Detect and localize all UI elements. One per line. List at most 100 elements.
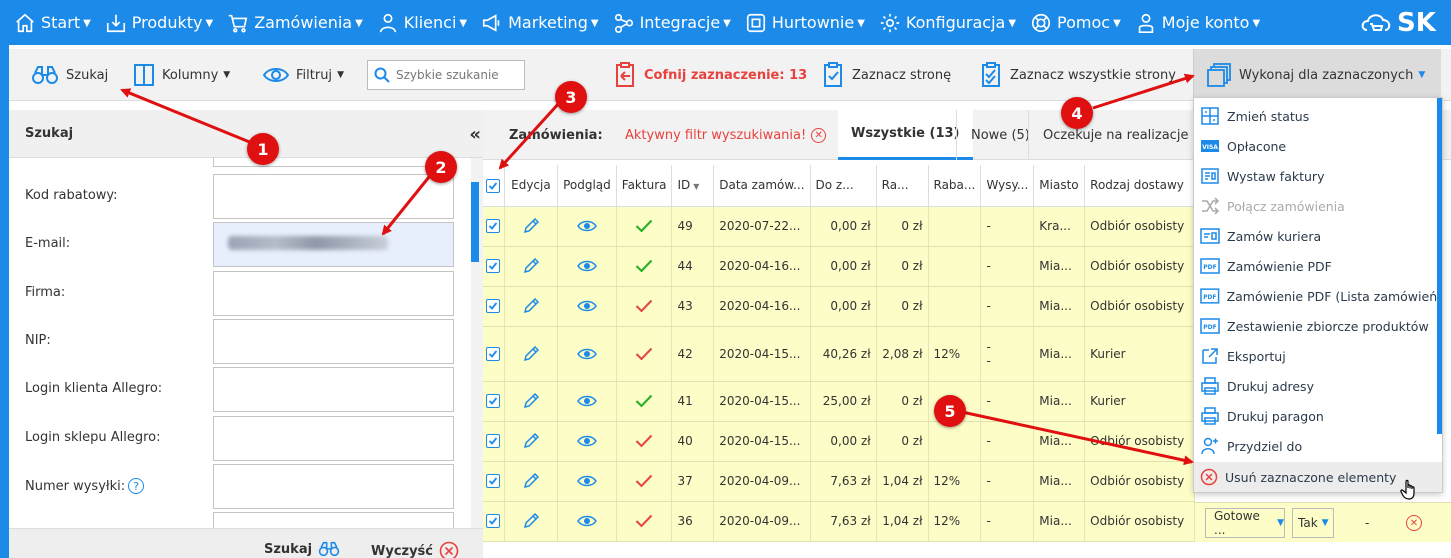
preview-eye-icon[interactable]: [563, 434, 611, 448]
row-checkbox[interactable]: [486, 346, 501, 361]
row-checkbox[interactable]: [486, 474, 501, 489]
edit-cell[interactable]: [504, 381, 559, 422]
table-row[interactable]: 41 2020-04-15... 25,00 zł 0 zł - Mia... Kurier: [483, 381, 1195, 422]
menu-item-order-courier[interactable]: Zamów kuriera: [1194, 221, 1442, 251]
menu-item-print-addresses[interactable]: Drukuj adresy: [1194, 371, 1442, 401]
help-icon[interactable]: ?: [128, 478, 145, 494]
header-discount[interactable]: Ra...: [876, 165, 929, 207]
menu-item-order-pdf-list[interactable]: PDF Zamówienie PDF (Lista zamówień): [1194, 281, 1442, 311]
edit-cell[interactable]: [504, 461, 559, 502]
edit-pencil-icon[interactable]: [510, 512, 552, 530]
menu-item-change-status[interactable]: Zmień status: [1194, 101, 1442, 131]
nav-item-pomoc[interactable]: Pomoc ▼: [1030, 12, 1121, 34]
delete-row-icon[interactable]: ✕: [1406, 515, 1422, 531]
row-checkbox[interactable]: [486, 299, 501, 314]
discount-code-input[interactable]: [213, 174, 454, 219]
preview-eye-icon[interactable]: [563, 514, 611, 528]
preview-cell[interactable]: [557, 286, 617, 327]
preview-cell[interactable]: [557, 501, 617, 542]
search-submit-button[interactable]: Szukaj: [264, 541, 340, 557]
table-row[interactable]: 44 2020-04-16... 0,00 zł 0 zł - Mia... Odbiór …: [483, 246, 1195, 287]
menu-item-issue-invoices[interactable]: Wystaw faktury: [1194, 161, 1442, 191]
menu-item-merge-orders[interactable]: Połącz zamówienia: [1194, 191, 1442, 221]
search-toggle-button[interactable]: Szukaj: [31, 49, 108, 101]
tab-new[interactable]: Nowe (5): [956, 110, 1030, 160]
clear-button[interactable]: Wyczyść: [371, 541, 459, 558]
table-row[interactable]: 37 2020-04-09... 7,63 zł 1,04 zł 12% - Mia... O…: [483, 461, 1195, 502]
table-row[interactable]: 36 2020-04-09... 7,63 zł 1,04 zł 12% - Mia... O…: [483, 501, 1195, 542]
nav-item-produkty[interactable]: Produkty ▼: [105, 12, 213, 34]
select-all-cell[interactable]: [483, 165, 505, 207]
order-status-select[interactable]: Gotowe ... ▼: [1205, 508, 1285, 538]
menu-item-export[interactable]: Eksportuj: [1194, 341, 1442, 371]
table-row[interactable]: 42 2020-04-15... 40,26 zł 2,08 zł 12% - - Mia.…: [483, 326, 1195, 382]
preview-eye-icon[interactable]: [563, 219, 611, 233]
nav-item-klienci[interactable]: Klienci ▼: [377, 12, 467, 34]
table-row[interactable]: 49 2020-07-22... 0,00 zł 0 zł - Kra... Odbiór …: [483, 206, 1195, 247]
row-checkbox[interactable]: [486, 259, 501, 274]
preview-cell[interactable]: [557, 206, 617, 247]
row-select-cell[interactable]: [483, 286, 505, 327]
select-page-button[interactable]: Zaznacz stronę: [821, 49, 951, 101]
undo-selection-button[interactable]: Cofnij zaznaczenie: 13: [613, 49, 807, 101]
menu-item-print-receipt[interactable]: Drukuj paragon: [1194, 401, 1442, 431]
preview-eye-icon[interactable]: [563, 299, 611, 313]
nav-item-moje-konto[interactable]: Moje konto ▼: [1135, 12, 1260, 34]
row-select-cell[interactable]: [483, 381, 505, 422]
row-select-cell[interactable]: [483, 501, 505, 542]
row-select-cell[interactable]: [483, 421, 505, 462]
edit-pencil-icon[interactable]: [510, 257, 552, 275]
preview-cell[interactable]: [557, 461, 617, 502]
edit-pencil-icon[interactable]: [510, 345, 552, 363]
preview-eye-icon[interactable]: [563, 259, 611, 273]
preview-eye-icon[interactable]: [563, 347, 611, 361]
allegro-client-input[interactable]: [213, 367, 454, 412]
scrollbar-thumb[interactable]: [471, 182, 479, 262]
nav-item-konfiguracja[interactable]: Konfiguracja ▼: [879, 12, 1016, 34]
edit-cell[interactable]: [504, 246, 559, 287]
edit-pencil-icon[interactable]: [510, 392, 552, 410]
header-date[interactable]: Data zamów...: [713, 165, 811, 207]
header-delivery[interactable]: Rodzaj dostawy: [1084, 165, 1195, 207]
filter-button[interactable]: Filtruj ▼: [263, 49, 344, 101]
nav-item-start[interactable]: Start ▼: [14, 12, 91, 34]
quick-search[interactable]: [367, 60, 525, 90]
email-field[interactable]: [213, 222, 454, 267]
header-city[interactable]: Miasto: [1033, 165, 1086, 207]
columns-button[interactable]: Kolumny ▼: [133, 49, 230, 101]
edit-cell[interactable]: [504, 326, 559, 382]
edit-pencil-icon[interactable]: [510, 432, 552, 450]
select-all-pages-button[interactable]: Zaznacz wszystkie strony: [979, 49, 1176, 101]
header-discount-pct[interactable]: Raba...: [928, 165, 982, 207]
shipment-number-input[interactable]: [213, 464, 454, 509]
nav-item-integracje[interactable]: Integracje ▼: [613, 12, 731, 34]
row-checkbox[interactable]: [486, 219, 501, 234]
active-filter-notice[interactable]: Aktywny filtr wyszukiwania! ✕: [625, 110, 827, 160]
company-input[interactable]: [213, 271, 454, 316]
row-checkbox[interactable]: [486, 514, 501, 529]
header-id[interactable]: ID ▼: [671, 165, 715, 207]
row-select-cell[interactable]: [483, 206, 505, 247]
preview-cell[interactable]: [557, 381, 617, 422]
menu-item-delete-selected[interactable]: Usuń zaznaczone elementy: [1194, 462, 1442, 500]
edit-cell[interactable]: [504, 501, 559, 542]
menu-scrollbar[interactable]: [1437, 98, 1442, 434]
tab-all[interactable]: Wszystkie (13): [838, 110, 973, 160]
collapse-panel-button[interactable]: «: [469, 124, 481, 145]
preview-cell[interactable]: [557, 326, 617, 382]
preview-cell[interactable]: [557, 246, 617, 287]
edit-cell[interactable]: [504, 206, 559, 247]
execute-for-selected-button[interactable]: Wykonaj dla zaznaczonych ▼: [1193, 49, 1441, 101]
nav-item-zamowienia[interactable]: Zamówienia ▼: [227, 12, 363, 34]
preview-eye-icon[interactable]: [563, 394, 611, 408]
edit-pencil-icon[interactable]: [510, 472, 552, 490]
row-select-cell[interactable]: [483, 246, 505, 287]
menu-item-order-pdf[interactable]: PDF Zamówienie PDF: [1194, 251, 1442, 281]
header-preview[interactable]: Podgląd: [557, 165, 617, 207]
menu-item-assign-to[interactable]: Przydziel do: [1194, 431, 1442, 461]
row-checkbox[interactable]: [486, 394, 501, 409]
tab-awaiting[interactable]: Oczekuje na realizacje: [1028, 110, 1188, 160]
header-shipment[interactable]: Wysy...: [980, 165, 1035, 207]
preview-eye-icon[interactable]: [563, 474, 611, 488]
preview-cell[interactable]: [557, 421, 617, 462]
